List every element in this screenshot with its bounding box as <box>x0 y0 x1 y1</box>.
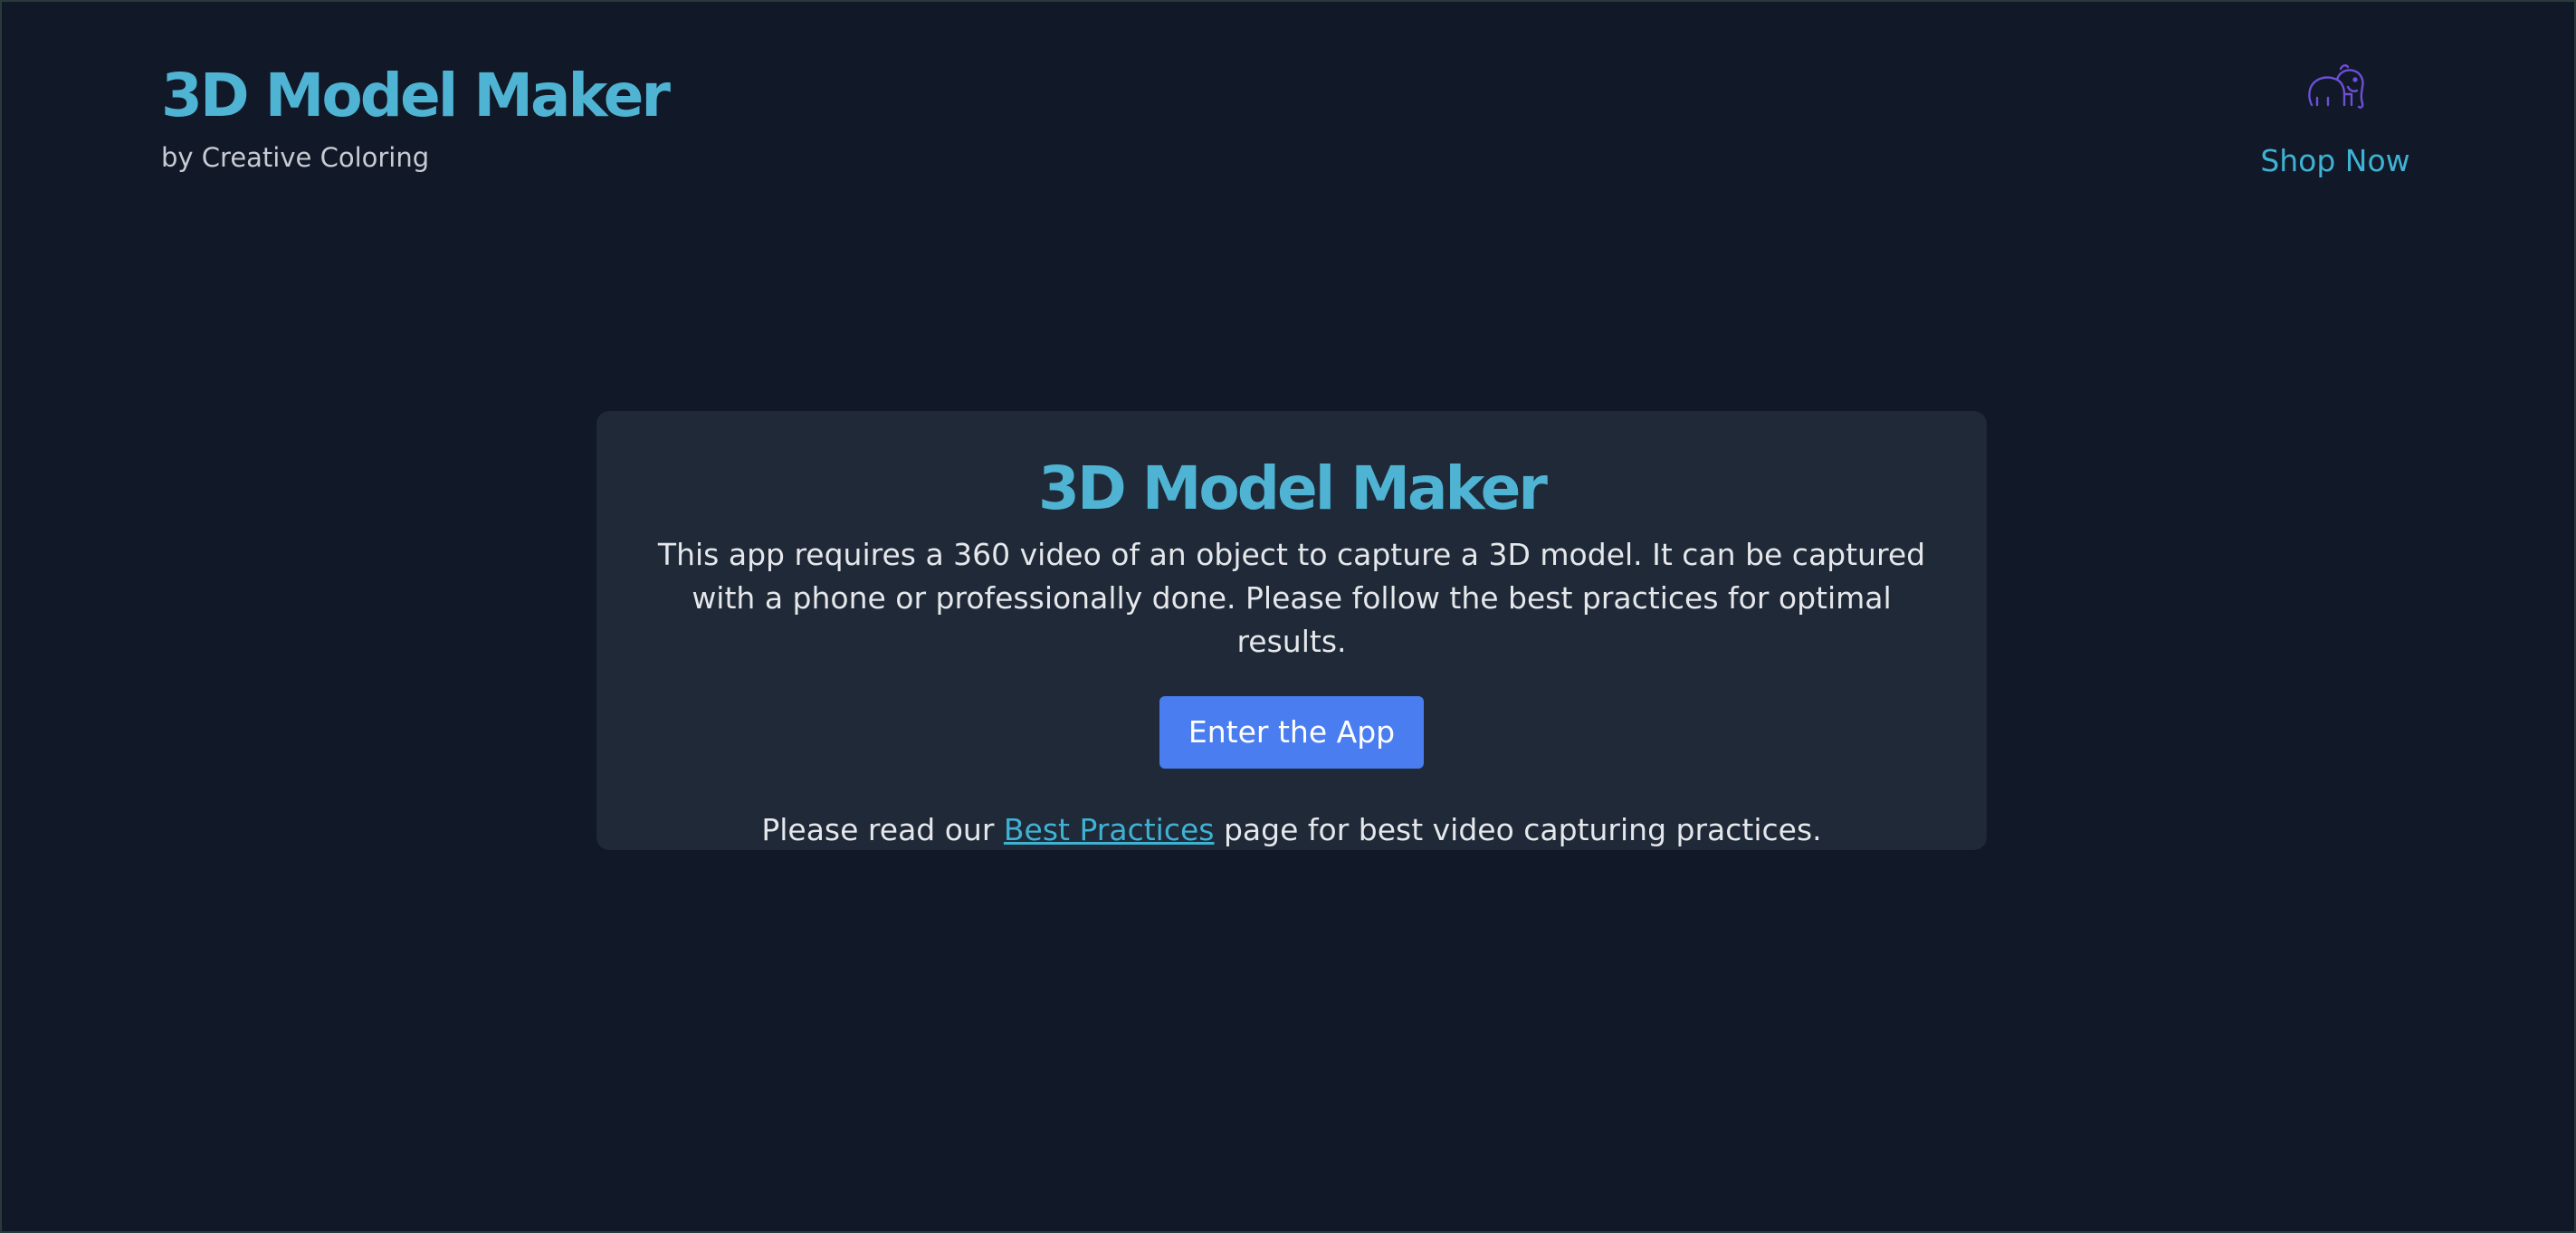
brand: 3D Model Maker by Creative Coloring <box>161 61 671 173</box>
best-practices-note: Please read our Best Practices page for … <box>596 812 1987 847</box>
best-practices-link[interactable]: Best Practices <box>1004 812 1215 847</box>
intro-card: 3D Model Maker This app requires a 360 v… <box>596 411 1987 850</box>
note-suffix: page for best video capturing practices. <box>1223 811 1822 847</box>
enter-app-button[interactable]: Enter the App <box>1159 695 1425 769</box>
card-title: 3D Model Maker <box>1038 454 1548 523</box>
shop-section: Shop Now <box>2254 62 2417 178</box>
shop-now-link[interactable]: Shop Now <box>2254 143 2417 178</box>
site-title: 3D Model Maker <box>161 61 671 130</box>
site-subtitle: by Creative Coloring <box>161 141 430 173</box>
elephant-icon[interactable] <box>2301 62 2370 116</box>
note-prefix: Please read our <box>761 811 995 847</box>
card-description: This app requires a 360 video of an obje… <box>657 536 1926 659</box>
